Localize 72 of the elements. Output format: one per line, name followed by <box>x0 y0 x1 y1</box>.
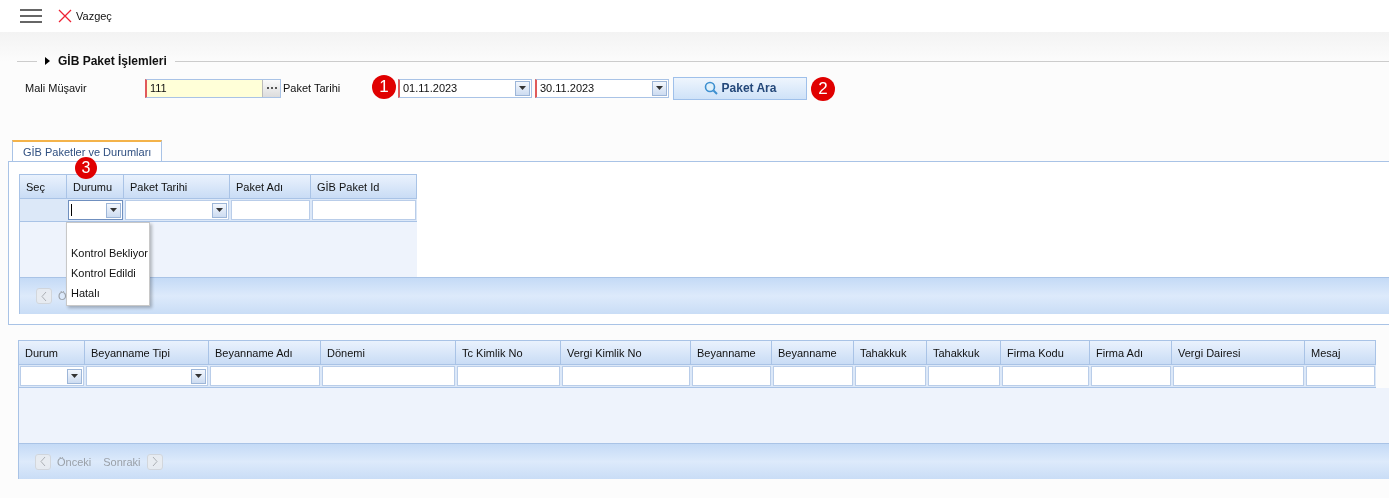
start-date-field[interactable]: 01.11.2023 <box>398 78 532 98</box>
column-header[interactable]: GİB Paket Id <box>311 174 417 199</box>
column-header[interactable]: Tc Kimlik No <box>456 340 561 365</box>
menu-item[interactable]: Hatalı <box>67 283 149 303</box>
previous-label: Önceki <box>57 455 92 468</box>
previous-label: Ö <box>58 290 67 302</box>
menu-icon[interactable] <box>20 9 42 23</box>
caret-down-icon <box>656 86 663 90</box>
search-button[interactable]: Paket Ara <box>673 76 807 100</box>
chevron-right-icon <box>151 457 158 466</box>
column-header[interactable]: Beyanname Tipi <box>85 340 209 365</box>
column-header[interactable]: Seç <box>20 174 67 199</box>
dropdown-button[interactable] <box>106 202 121 218</box>
dropdown-button[interactable] <box>652 80 667 96</box>
next-button[interactable] <box>146 453 163 470</box>
menu-item[interactable]: Kontrol Bekliyor <box>67 243 149 263</box>
next-label: Sonraki <box>103 455 141 468</box>
column-header[interactable]: Tahakkuk <box>927 340 1001 365</box>
tab[interactable]: GİB Paketler ve Durumları <box>12 140 163 161</box>
column-header[interactable]: Paket Adı <box>230 174 311 199</box>
filter-field[interactable] <box>1091 366 1171 386</box>
dropdown-button[interactable] <box>515 80 530 96</box>
column-header[interactable]: Beyanname Adı <box>209 340 321 365</box>
dropdown-button[interactable] <box>67 368 82 384</box>
column-header[interactable]: Firma Kodu <box>1001 340 1090 365</box>
column-header[interactable]: Durum <box>19 340 85 365</box>
filter-field[interactable] <box>231 200 310 220</box>
column-header[interactable]: Mesaj <box>1305 340 1376 365</box>
caret-down-icon <box>216 208 223 212</box>
filter-field[interactable] <box>773 366 853 386</box>
callout-badge: 2 <box>811 77 835 101</box>
section-title: GİB Paket İşlemleri <box>58 54 167 68</box>
chevron-left-icon <box>41 291 47 301</box>
filter-field[interactable] <box>312 200 416 220</box>
date-label: Paket Tarihi <box>282 82 342 94</box>
filter-field[interactable] <box>1306 366 1375 386</box>
filter-field[interactable] <box>322 366 455 386</box>
filter-dropdown[interactable] <box>68 200 123 220</box>
dropdown-button[interactable] <box>191 368 206 384</box>
column-header[interactable]: Vergi Kimlik No <box>561 340 691 365</box>
callout-badge: 1 <box>372 75 396 99</box>
advisor-label: Mali Müşavir <box>25 82 88 94</box>
caret-down-icon <box>110 208 117 212</box>
column-header[interactable]: Beyanname <box>691 340 772 365</box>
column-header[interactable]: Beyanname <box>772 340 854 365</box>
filter-field[interactable] <box>457 366 560 386</box>
column-header[interactable]: Firma Adı <box>1090 340 1172 365</box>
chevron-left-icon <box>40 457 46 466</box>
browse-button[interactable] <box>262 79 280 97</box>
dropdown-button[interactable] <box>212 202 227 218</box>
filter-field[interactable] <box>692 366 771 386</box>
expand-arrow-icon[interactable] <box>45 57 50 65</box>
column-header[interactable]: Durumu <box>67 174 124 199</box>
caret-down-icon <box>71 374 78 378</box>
filter-field[interactable] <box>210 366 320 386</box>
end-date-field[interactable]: 30.11.2023 <box>535 78 669 98</box>
column-header[interactable]: Tahakkuk <box>854 340 927 365</box>
menu-item[interactable]: Kontrol Edildi <box>67 263 149 283</box>
caret-down-icon <box>519 86 526 90</box>
cancel-button[interactable]: Vazgeç <box>58 9 112 23</box>
advisor-field[interactable]: 111 <box>145 78 281 98</box>
filter-field[interactable] <box>1173 366 1304 386</box>
search-icon <box>703 81 718 95</box>
column-header[interactable]: Vergi Dairesi <box>1172 340 1305 365</box>
filter-field[interactable] <box>855 366 926 386</box>
close-icon <box>58 9 72 23</box>
column-header[interactable]: Paket Tarihi <box>124 174 230 199</box>
filter-field[interactable] <box>562 366 690 386</box>
filter-field[interactable] <box>928 366 1000 386</box>
caret-down-icon <box>195 374 202 378</box>
filter-field[interactable] <box>1002 366 1089 386</box>
column-header[interactable]: Dönemi <box>321 340 456 365</box>
